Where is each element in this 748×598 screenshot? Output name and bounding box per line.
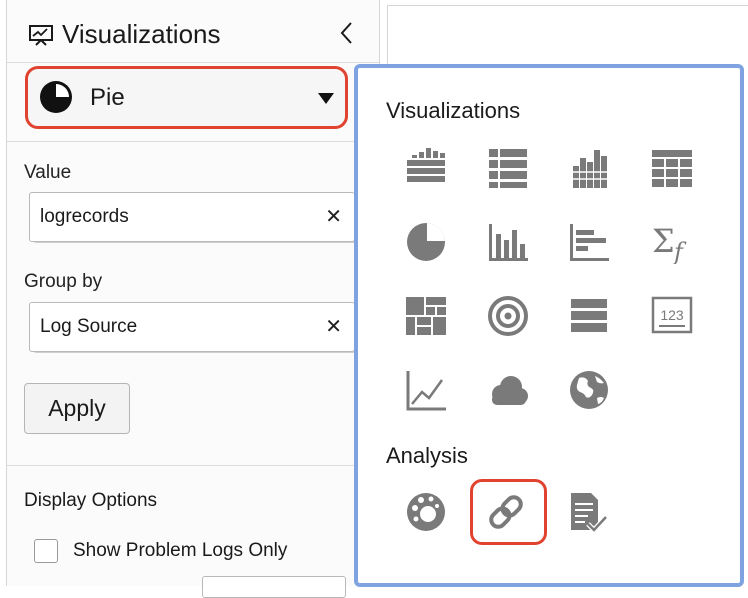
records-list-icon[interactable] (567, 294, 611, 338)
analysis-heading: Analysis (386, 443, 468, 468)
bar-chart-icon[interactable] (486, 220, 530, 264)
line-chart-icon[interactable] (404, 368, 448, 412)
word-cloud-icon[interactable] (486, 368, 530, 412)
clear-groupby-icon[interactable]: ✕ (325, 314, 342, 339)
cluster-icon[interactable] (404, 490, 448, 534)
visualization-panel: Visualizations Pie Value logrecords ✕ Gr… (6, 0, 380, 598)
divider (7, 141, 379, 142)
visualization-type-dropdown[interactable]: Pie (25, 66, 348, 129)
sum-symbol: Σ (652, 222, 675, 260)
value-field[interactable]: logrecords ✕ (29, 192, 355, 242)
bar-table-icon[interactable] (404, 146, 448, 190)
visualization-picker-popup: Visualizations Σ f 123 Analysis (354, 64, 744, 587)
apply-button[interactable]: Apply (24, 383, 130, 434)
horizontal-bar-chart-icon[interactable] (567, 220, 611, 264)
pie-chart-icon[interactable] (404, 220, 448, 264)
summary-tile-icon[interactable]: 123 (650, 294, 694, 338)
panel-header: Visualizations (7, 0, 379, 63)
pattern-icon[interactable] (566, 490, 610, 534)
sum-subscript: f (672, 238, 687, 264)
groupby-field-text: Log Source (40, 316, 138, 337)
list-table-icon[interactable] (486, 146, 530, 190)
grid-icon[interactable] (650, 146, 694, 190)
sunburst-icon[interactable] (486, 294, 530, 338)
panel-title: Visualizations (62, 19, 221, 49)
selected-type-label: Pie (90, 84, 125, 111)
groupby-field[interactable]: Log Source ✕ (29, 302, 355, 352)
histogram-icon[interactable] (567, 146, 611, 190)
summary-tile-number: 123 (660, 307, 684, 323)
display-options-heading: Display Options (24, 490, 158, 511)
value-label: Value (24, 162, 72, 183)
sum-function-icon[interactable]: Σ f (650, 220, 694, 264)
divider (7, 465, 379, 466)
show-problem-logs-label: Show Problem Logs Only (73, 540, 288, 561)
value-field-text: logrecords (40, 206, 129, 227)
groupby-label: Group by (24, 271, 103, 292)
map-icon[interactable] (567, 368, 611, 412)
link-icon[interactable] (484, 490, 528, 534)
visualizations-heading: Visualizations (386, 98, 521, 123)
presentation-icon (29, 25, 53, 46)
treemap-icon[interactable] (404, 294, 448, 338)
option-control[interactable] (202, 576, 346, 598)
show-problem-logs-checkbox[interactable] (34, 539, 58, 563)
chevron-down-icon (318, 93, 334, 104)
clear-value-icon[interactable]: ✕ (325, 204, 342, 229)
collapse-panel-icon[interactable] (337, 20, 357, 46)
pie-chart-icon (40, 81, 72, 113)
